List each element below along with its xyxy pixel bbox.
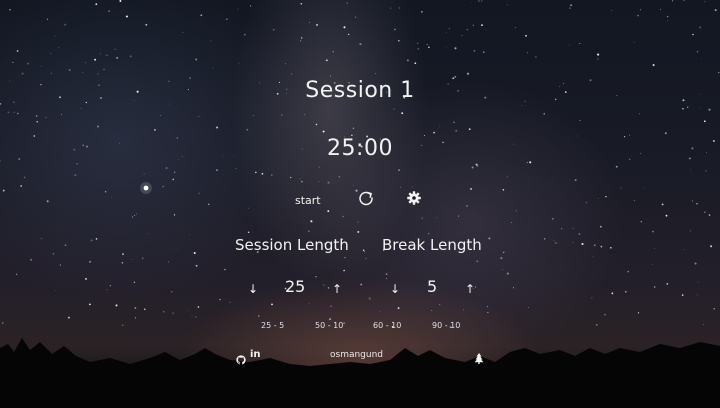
break-length-label: Break Length [382,236,482,254]
tree-link[interactable] [474,349,484,368]
break-length-value: 5 [427,277,438,296]
length-steppers: ↓ 25 ↑ ↓ 5 ↑ [0,277,720,301]
session-decrement-button[interactable]: ↓ [245,281,261,297]
session-length-label: Session Length [235,236,349,254]
break-increment-button[interactable]: ↑ [462,281,478,297]
break-decrement-button[interactable]: ↓ [387,281,403,297]
reset-button[interactable] [357,189,375,207]
gear-icon [407,191,421,205]
refresh-icon [359,191,373,206]
settings-button[interactable] [405,189,423,207]
session-title: Session 1 [305,78,415,103]
session-increment-button[interactable]: ↑ [329,281,345,297]
github-icon [236,355,246,365]
github-link[interactable] [236,350,246,369]
linkedin-link[interactable]: in [250,349,261,360]
start-button[interactable]: start [295,194,321,207]
timer-display: 25:00 [327,136,393,161]
footer: in osmangund [0,348,720,365]
tree-icon [474,353,484,364]
timer-controls: start [0,186,720,212]
session-length-value: 25 [285,277,306,296]
preset-50-10-button[interactable]: 50 - 10 [315,321,343,330]
preset-90-10-button[interactable]: 90 - 10 [432,321,460,330]
preset-options: 25 - 5 50 - 10 60 - 10 90 - 10 [0,321,720,335]
author-link[interactable]: osmangund [330,350,383,360]
preset-60-10-button[interactable]: 60 - 10 [373,321,401,330]
preset-25-5-button[interactable]: 25 - 5 [261,321,284,330]
